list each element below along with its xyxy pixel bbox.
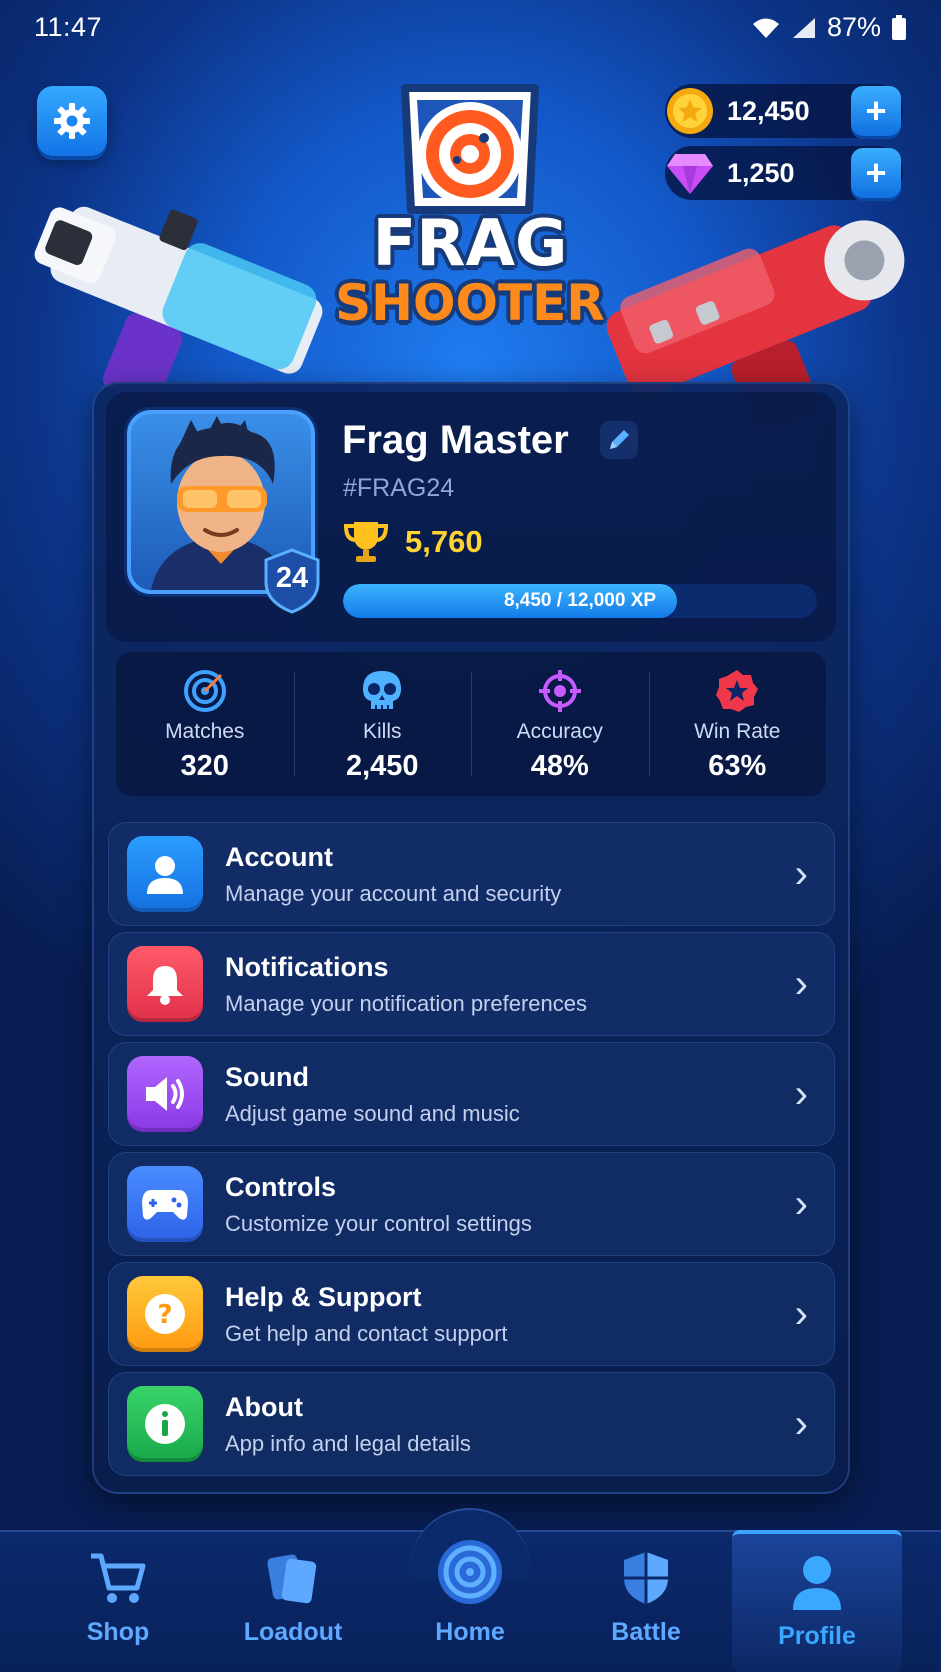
player-name: Frag Master <box>342 418 569 462</box>
nav-shop[interactable]: Shop <box>33 1540 203 1660</box>
menu-item-sound[interactable]: Sound Adjust game sound and music › <box>108 1042 835 1146</box>
cart-icon <box>89 1540 147 1606</box>
menu-title: Help & Support <box>225 1281 422 1312</box>
logo-target-icon <box>401 84 539 214</box>
stat-value: 320 <box>180 750 229 782</box>
battery-level: 87% <box>826 12 881 42</box>
chevron-right-icon: › <box>794 1071 808 1116</box>
level-badge: 24 <box>262 548 322 614</box>
xp-progress-bar: 8,450 / 12,000 XP <box>343 584 817 618</box>
chevron-right-icon: › <box>794 851 808 896</box>
wifi-icon <box>752 18 779 38</box>
target-icon <box>182 668 228 714</box>
menu-title: Notifications <box>225 951 389 982</box>
add-coins-button[interactable]: + <box>851 86 901 136</box>
stat-accuracy: Accuracy 48% <box>471 652 649 796</box>
stat-value: 63% <box>708 750 767 782</box>
trophy-count: 5,760 <box>405 524 483 559</box>
menu-item-account[interactable]: Account Manage your account and security… <box>108 822 835 926</box>
cards-icon <box>266 1540 320 1606</box>
menu-subtitle: Manage your account and security <box>225 880 562 906</box>
stats-row: Matches 320 Kills 2,450 Accuracy 48% Win… <box>116 652 826 796</box>
nav-label: Home <box>435 1618 505 1646</box>
star-badge-icon <box>714 668 760 714</box>
nav-loadout[interactable]: Loadout <box>208 1540 378 1660</box>
status-bar: 11:47 87% <box>0 0 941 56</box>
menu-subtitle: Get help and contact support <box>225 1320 508 1346</box>
stat-win-rate: Win Rate 63% <box>648 652 827 796</box>
nav-label: Battle <box>611 1618 681 1646</box>
bell-icon <box>127 946 203 1022</box>
chevron-right-icon: › <box>794 961 808 1006</box>
menu-item-controls[interactable]: Controls Customize your control settings… <box>108 1152 835 1256</box>
menu-item-about[interactable]: About App info and legal details › <box>108 1372 835 1476</box>
profile-icon <box>791 1544 843 1610</box>
coin-icon <box>663 84 717 138</box>
logo-line1: FRAG <box>372 207 568 281</box>
menu-title: Sound <box>225 1061 309 1092</box>
stat-label: Matches <box>165 720 245 743</box>
chevron-right-icon: › <box>794 1181 808 1226</box>
skull-icon <box>359 668 405 714</box>
menu-title: Account <box>225 841 333 872</box>
stat-value: 48% <box>530 750 589 782</box>
user-icon <box>127 836 203 912</box>
question-icon: ? <box>127 1276 203 1352</box>
crosshair-icon <box>537 668 583 714</box>
menu-subtitle: Manage your notification preferences <box>225 990 587 1016</box>
info-icon <box>127 1386 203 1462</box>
gamepad-icon <box>127 1166 203 1242</box>
chevron-right-icon: › <box>794 1291 808 1336</box>
nav-profile[interactable]: Profile <box>732 1530 902 1672</box>
stat-label: Accuracy <box>516 720 603 743</box>
nav-label: Shop <box>86 1618 150 1646</box>
menu-subtitle: Customize your control settings <box>225 1210 532 1236</box>
xp-text: 8,450 / 12,000 XP <box>503 590 657 611</box>
stat-matches: Matches 320 <box>116 652 294 796</box>
nav-label: Loadout <box>243 1618 343 1646</box>
trophy-icon <box>343 522 389 562</box>
blaster-left-image <box>34 206 323 405</box>
pencil-icon <box>610 430 629 449</box>
player-tag: #FRAG24 <box>343 474 455 502</box>
shield-icon <box>621 1540 671 1606</box>
menu-title: About <box>225 1391 303 1422</box>
status-time: 11:47 <box>34 12 103 42</box>
settings-button[interactable] <box>37 86 107 156</box>
menu-item-notifications[interactable]: Notifications Manage your notification p… <box>108 932 835 1036</box>
nav-battle[interactable]: Battle <box>561 1540 731 1660</box>
nav-label: Profile <box>778 1622 856 1650</box>
stat-value: 2,450 <box>345 750 419 782</box>
level-value: 24 <box>275 562 309 594</box>
speaker-icon <box>127 1056 203 1132</box>
menu-subtitle: App info and legal details <box>225 1430 471 1456</box>
stat-label: Win Rate <box>694 720 781 743</box>
target-home-icon <box>436 1540 504 1606</box>
logo-line2: SHOOTER <box>335 274 605 332</box>
gear-icon <box>54 103 90 139</box>
battery-icon <box>892 14 906 40</box>
game-logo: FRAG SHOOTER <box>320 82 620 352</box>
nav-home[interactable]: Home <box>385 1540 555 1660</box>
edit-name-button[interactable] <box>600 421 638 459</box>
menu-subtitle: Adjust game sound and music <box>225 1100 520 1126</box>
menu-item-help[interactable]: ? Help & Support Get help and contact su… <box>108 1262 835 1366</box>
stat-kills: Kills 2,450 <box>293 652 472 796</box>
signal-icon <box>792 17 815 38</box>
chevron-right-icon: › <box>794 1401 808 1446</box>
stat-label: Kills <box>362 720 402 743</box>
menu-title: Controls <box>225 1171 336 1202</box>
gem-value: 1,250 <box>727 157 795 188</box>
coin-value: 12,450 <box>727 95 810 126</box>
status-icons: 87% <box>751 12 907 43</box>
coin-balance: 12,450 + <box>665 84 903 138</box>
svg-text:?: ? <box>157 1300 172 1330</box>
